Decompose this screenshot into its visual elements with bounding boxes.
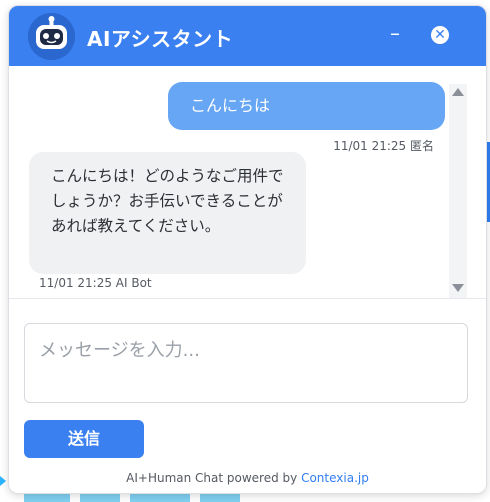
close-button[interactable]: ✕ xyxy=(431,26,449,44)
background-arrow-icon xyxy=(0,476,6,486)
scrollbar-track[interactable] xyxy=(449,84,467,298)
chat-widget: AIアシスタント – ✕ こんにちは 11/01 21:25 匿名 こんにちは！… xyxy=(8,5,487,494)
bot-message-bubble: こんにちは！どのようなご用件でしょうか？お手伝いできることがあれば教えてください… xyxy=(29,152,306,274)
minimize-button[interactable]: – xyxy=(384,21,406,47)
chat-title: AIアシスタント xyxy=(87,27,234,51)
scroll-up-icon[interactable] xyxy=(452,88,464,96)
scroll-down-icon[interactable] xyxy=(452,284,464,292)
footer: AI+Human Chat powered by Contexia.jp xyxy=(9,471,486,485)
message-scrollbar[interactable] xyxy=(449,84,467,298)
message-list: こんにちは 11/01 21:25 匿名 こんにちは！どのようなご用件でしょうか… xyxy=(9,66,486,298)
chat-header: AIアシスタント – ✕ xyxy=(9,6,486,66)
user-message-meta: 11/01 21:25 匿名 xyxy=(333,139,434,153)
contexia-link[interactable]: Contexia.jp xyxy=(301,471,369,485)
bot-message-meta: 11/01 21:25 AI Bot xyxy=(39,276,152,290)
bot-avatar-icon xyxy=(28,13,75,60)
footer-text: AI+Human Chat powered by xyxy=(126,471,302,485)
send-button[interactable]: 送信 xyxy=(24,420,144,458)
divider xyxy=(9,298,486,299)
user-message-bubble: こんにちは xyxy=(168,82,445,130)
message-input[interactable]: メッセージを入力... xyxy=(24,323,468,403)
